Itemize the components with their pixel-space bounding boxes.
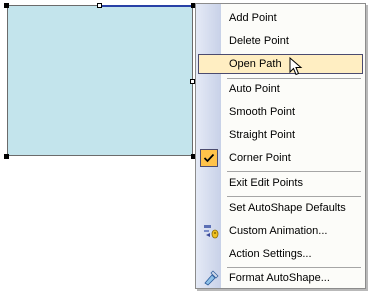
menu-item-format-autoshape[interactable]: Format AutoShape... (198, 268, 363, 288)
menu-item-add-point[interactable]: Add Point (198, 8, 363, 28)
menu-item-label: Corner Point (229, 152, 291, 164)
menu-item-set-autoshape-defaults[interactable]: Set AutoShape Defaults (198, 198, 363, 218)
context-menu: Add Point Delete Point Open Path Auto Po… (195, 3, 366, 289)
menu-item-label: Exit Edit Points (229, 177, 303, 189)
mouse-pointer-icon (289, 57, 303, 76)
path-midpoint-handle[interactable] (97, 3, 102, 8)
menu-item-smooth-point[interactable]: Smooth Point (198, 102, 363, 122)
menu-item-straight-point[interactable]: Straight Point (198, 125, 363, 145)
menu-item-label: Action Settings... (229, 248, 312, 260)
menu-item-auto-point[interactable]: Auto Point (198, 79, 363, 99)
vertex-top-left[interactable] (4, 3, 9, 8)
menu-item-label: Format AutoShape... (229, 272, 330, 284)
menu-separator (227, 196, 361, 197)
format-autoshape-icon (204, 270, 219, 286)
menu-item-label: Add Point (229, 12, 277, 24)
menu-item-exit-edit-points[interactable]: Exit Edit Points (198, 173, 363, 193)
menu-item-action-settings[interactable]: Action Settings... (198, 244, 363, 264)
menu-separator (227, 171, 361, 172)
checked-indicator (200, 149, 218, 167)
menu-item-label: Custom Animation... (229, 225, 328, 237)
menu-item-label: Delete Point (229, 35, 289, 47)
autoshape-rectangle[interactable] (7, 5, 193, 156)
menu-item-label: Auto Point (229, 83, 280, 95)
custom-animation-icon (204, 225, 219, 239)
menu-item-open-path[interactable]: Open Path (198, 54, 363, 74)
selected-path-segment (97, 5, 193, 7)
menu-item-label: Smooth Point (229, 106, 296, 118)
menu-item-corner-point[interactable]: Corner Point (198, 148, 363, 168)
menu-item-label: Straight Point (229, 129, 296, 141)
slide-canvas[interactable]: Add Point Delete Point Open Path Auto Po… (0, 0, 374, 299)
menu-item-label: Open Path (229, 58, 282, 70)
menu-item-delete-point[interactable]: Delete Point (198, 31, 363, 51)
menu-item-custom-animation[interactable]: Custom Animation... (198, 221, 363, 241)
checkmark-icon (203, 153, 215, 163)
vertex-bottom-left[interactable] (4, 154, 9, 159)
menu-item-label: Set AutoShape Defaults (229, 202, 346, 214)
